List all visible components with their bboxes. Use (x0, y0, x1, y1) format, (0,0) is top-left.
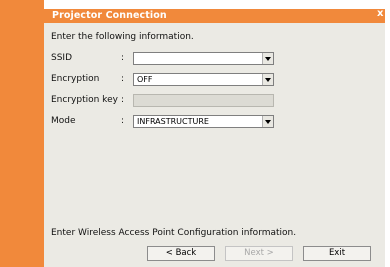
encryption-key-colon: : (121, 95, 125, 105)
mode-label: Mode (51, 116, 76, 126)
ssid-colon: : (121, 53, 125, 63)
mode-select[interactable]: INFRASTRUCTURE (133, 115, 274, 128)
projector-connection-window: Projector Connection x Enter the followi… (0, 0, 390, 267)
encryption-key-label: Encryption key (51, 95, 118, 105)
mode-value: INFRASTRUCTURE (137, 117, 209, 126)
ssid-label: SSID (51, 53, 73, 63)
mode-colon: : (121, 116, 125, 126)
next-button[interactable]: Next > (225, 246, 293, 261)
chevron-down-icon[interactable] (262, 74, 273, 85)
instruction-text: Enter the following information. (51, 32, 194, 42)
window-title: Projector Connection (52, 10, 167, 21)
back-button[interactable]: < Back (147, 246, 215, 261)
chevron-down-icon[interactable] (262, 116, 273, 127)
encryption-value: OFF (137, 75, 153, 84)
encryption-key-input (133, 94, 274, 107)
encryption-select[interactable]: OFF (133, 73, 274, 86)
ssid-combobox[interactable] (133, 52, 274, 65)
encryption-colon: : (121, 74, 125, 84)
footer-instruction: Enter Wireless Access Point Configuratio… (51, 228, 297, 238)
close-icon[interactable]: x (377, 8, 383, 19)
window-side-bar (0, 0, 44, 267)
exit-button[interactable]: Exit (303, 246, 371, 261)
chevron-down-icon[interactable] (262, 53, 273, 64)
encryption-label: Encryption (51, 74, 100, 84)
